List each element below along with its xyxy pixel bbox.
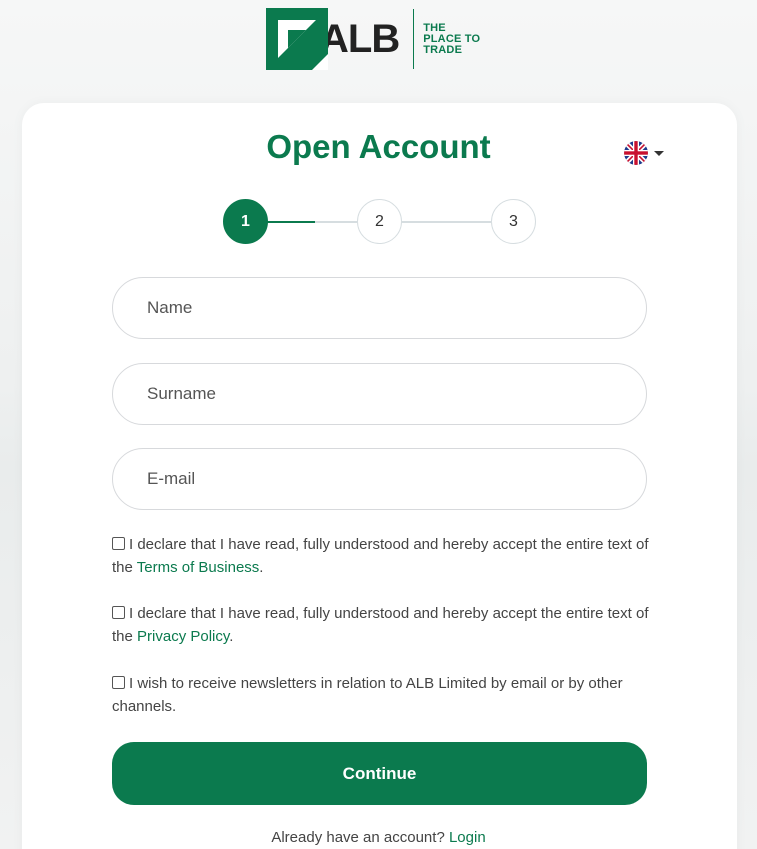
chevron-down-icon [654, 150, 664, 156]
terms-checkbox[interactable] [112, 537, 125, 550]
step-progress: 1 2 3 [223, 199, 536, 245]
tagline-line-3: TRADE [423, 43, 463, 56]
name-input[interactable] [112, 277, 647, 339]
surname-input[interactable] [112, 363, 647, 425]
logo-wordmark: ALB [320, 16, 400, 61]
terms-consent: I declare that I have read, fully unders… [112, 536, 649, 576]
login-prompt: Already have an account? Login [0, 829, 757, 846]
continue-button[interactable]: Continue [112, 742, 647, 805]
logo-divider [413, 9, 415, 69]
step-connector-1 [267, 221, 357, 223]
tagline-line-1: THE [423, 21, 446, 34]
newsletter-checkbox[interactable] [112, 676, 125, 689]
login-prompt-text: Already have an account? [271, 829, 445, 846]
brand-logo: ALB THE PLACE TO TRADE [266, 8, 480, 70]
privacy-policy-link[interactable]: Privacy Policy [137, 628, 229, 645]
newsletter-consent-text: I wish to receive newsletters in relatio… [112, 675, 623, 715]
privacy-consent: I declare that I have read, fully unders… [112, 605, 649, 645]
newsletter-consent: I wish to receive newsletters in relatio… [112, 672, 652, 718]
step-connector-2 [401, 221, 491, 223]
alb-logo-icon [266, 8, 328, 70]
language-selector[interactable] [624, 141, 664, 165]
step-1: 1 [223, 199, 268, 244]
logo-tagline: THE PLACE TO TRADE [423, 21, 481, 56]
step-2: 2 [357, 199, 402, 244]
terms-of-business-link[interactable]: Terms of Business [137, 559, 260, 576]
tagline-line-2: PLACE TO [423, 32, 481, 45]
uk-flag-icon [624, 141, 648, 165]
login-link[interactable]: Login [449, 829, 486, 846]
email-input[interactable] [112, 448, 647, 510]
step-3: 3 [491, 199, 536, 244]
privacy-checkbox[interactable] [112, 606, 125, 619]
